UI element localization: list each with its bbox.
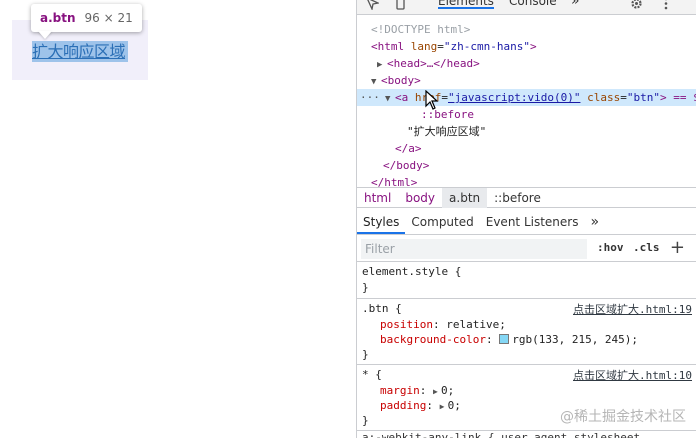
btn-rule-close: } [362,348,369,361]
prop-name: position [380,318,433,331]
tooltip-arrow [38,31,52,39]
dom-head-node[interactable]: ▶ <head>…</head> [357,55,696,72]
dom-text-node[interactable]: "扩大响应区域" [357,123,696,140]
prop-position[interactable]: position: relative; [380,317,506,332]
styles-subtabs: Styles Computed Event Listeners » [357,211,696,235]
expand-triangle-icon[interactable]: ▶ [440,399,448,414]
styles-filter-bar: :hov .cls + [357,236,696,262]
lang-attr-value: "zh-cmn-hans" [443,40,530,53]
rendered-page: 扩大响应区域 a.btn 96 × 21 [0,0,356,438]
prop-value: rgb(133, 215, 245); [512,333,639,346]
html-tag: <html [371,40,405,53]
a-close-tag: </a> [395,142,422,155]
body-tag: <body> [381,74,421,87]
btn-source-link[interactable]: 点击区域扩大.html:19 [573,301,692,317]
devtools-toolbar: Elements Console » [357,0,696,15]
prop-value: 0; [447,399,461,412]
a-suffix: > == $0 [659,91,696,104]
dom-body-close[interactable]: </body> [357,157,696,174]
tooltip-selector: a.btn [40,11,76,25]
universal-source-link[interactable]: 点击区域扩大.html:10 [573,367,692,383]
more-subtabs-icon[interactable]: » [584,211,605,234]
btn-selector[interactable]: .btn { [362,302,402,315]
prop-name: margin [380,384,420,397]
more-options-icon[interactable]: ··· [360,89,380,106]
class-attr-name: class [587,91,621,104]
more-tabs-icon[interactable]: » [571,0,580,9]
tab-console[interactable]: Console [509,0,557,8]
gear-icon[interactable] [629,0,643,10]
color-swatch-icon[interactable] [499,334,510,344]
kebab-icon[interactable] [659,0,673,10]
hov-toggle[interactable]: :hov [597,241,624,254]
watermark: @稀土掘金技术社区 [560,409,686,425]
prop-margin[interactable]: margin: ▶ 0; [380,383,454,398]
prop-value: relative; [446,318,506,331]
doctype-text: <!DOCTYPE html> [371,23,471,36]
tab-event-listeners[interactable]: Event Listeners [480,211,585,234]
breadcrumb-before[interactable]: ::before [487,188,548,208]
universal-selector[interactable]: * { [362,368,382,381]
universal-rule-close: } [362,414,369,427]
prop-padding[interactable]: padding: ▶ 0; [380,398,461,413]
dom-a-node-selected[interactable]: ··· ▼<a href="javascript:vido(0)" class=… [357,89,696,106]
expand-area-link[interactable]: 扩大响应区域 [32,41,128,62]
cls-toggle[interactable]: .cls [633,241,660,254]
device-toggle-icon[interactable] [393,0,407,10]
class-attr-value: "btn" [626,91,660,104]
dom-html-node[interactable]: <html lang="zh-cmn-hans"> [357,38,696,55]
prop-name: padding [380,399,427,412]
inspect-icon[interactable] [365,0,379,10]
a-text-content: "扩大响应区域" [407,125,487,138]
tab-computed[interactable]: Computed [405,211,479,234]
rule-element-style: element.style { } [357,263,696,299]
dom-body-node[interactable]: ▼ <body> [357,72,696,89]
devtools-panel: Elements Console » <!DOCTYPE html> <html… [356,0,696,438]
tab-styles[interactable]: Styles [357,211,406,234]
styles-filter-input[interactable] [361,239,587,259]
mouse-cursor-icon [425,90,439,110]
prop-name: background-color [380,333,486,346]
element-style-close: } [362,281,369,294]
lang-attr-name: lang [410,40,438,53]
new-rule-plus-icon[interactable]: + [670,237,685,258]
body-close-tag: </body> [383,159,430,172]
a-tag: <a [395,91,409,104]
breadcrumb-html[interactable]: html [357,188,398,208]
expand-triangle-icon[interactable]: ▶ [433,384,441,399]
breadcrumb-a-btn[interactable]: a.btn [442,187,488,208]
dom-a-close[interactable]: </a> [357,140,696,157]
dom-before-pseudo[interactable]: ::before [357,106,696,123]
dom-doctype[interactable]: <!DOCTYPE html> [357,21,696,38]
breadcrumb-body[interactable]: body [398,188,442,208]
html-bracket: > [529,40,537,53]
inspect-tooltip: a.btn 96 × 21 [31,4,142,32]
tooltip-dimensions: 96 × 21 [84,11,133,25]
href-attr-value[interactable]: "javascript:vido(0)" [448,91,580,104]
head-tag: <head>…</head> [387,57,480,70]
prop-background-color[interactable]: background-color: rgb(133, 215, 245); [380,332,638,347]
tab-elements[interactable]: Elements [438,0,494,9]
dom-tree: <!DOCTYPE html> <html lang="zh-cmn-hans"… [357,16,696,189]
prop-value: 0; [441,384,455,397]
partial-user-agent-rule: a:-webkit-any-link { user agent styleshe… [362,432,640,438]
rule-btn: .btn { 点击区域扩大.html:19 position: relative… [357,299,696,365]
element-style-selector[interactable]: element.style { [362,264,461,279]
breadcrumb: html body a.btn ::before [357,187,696,208]
